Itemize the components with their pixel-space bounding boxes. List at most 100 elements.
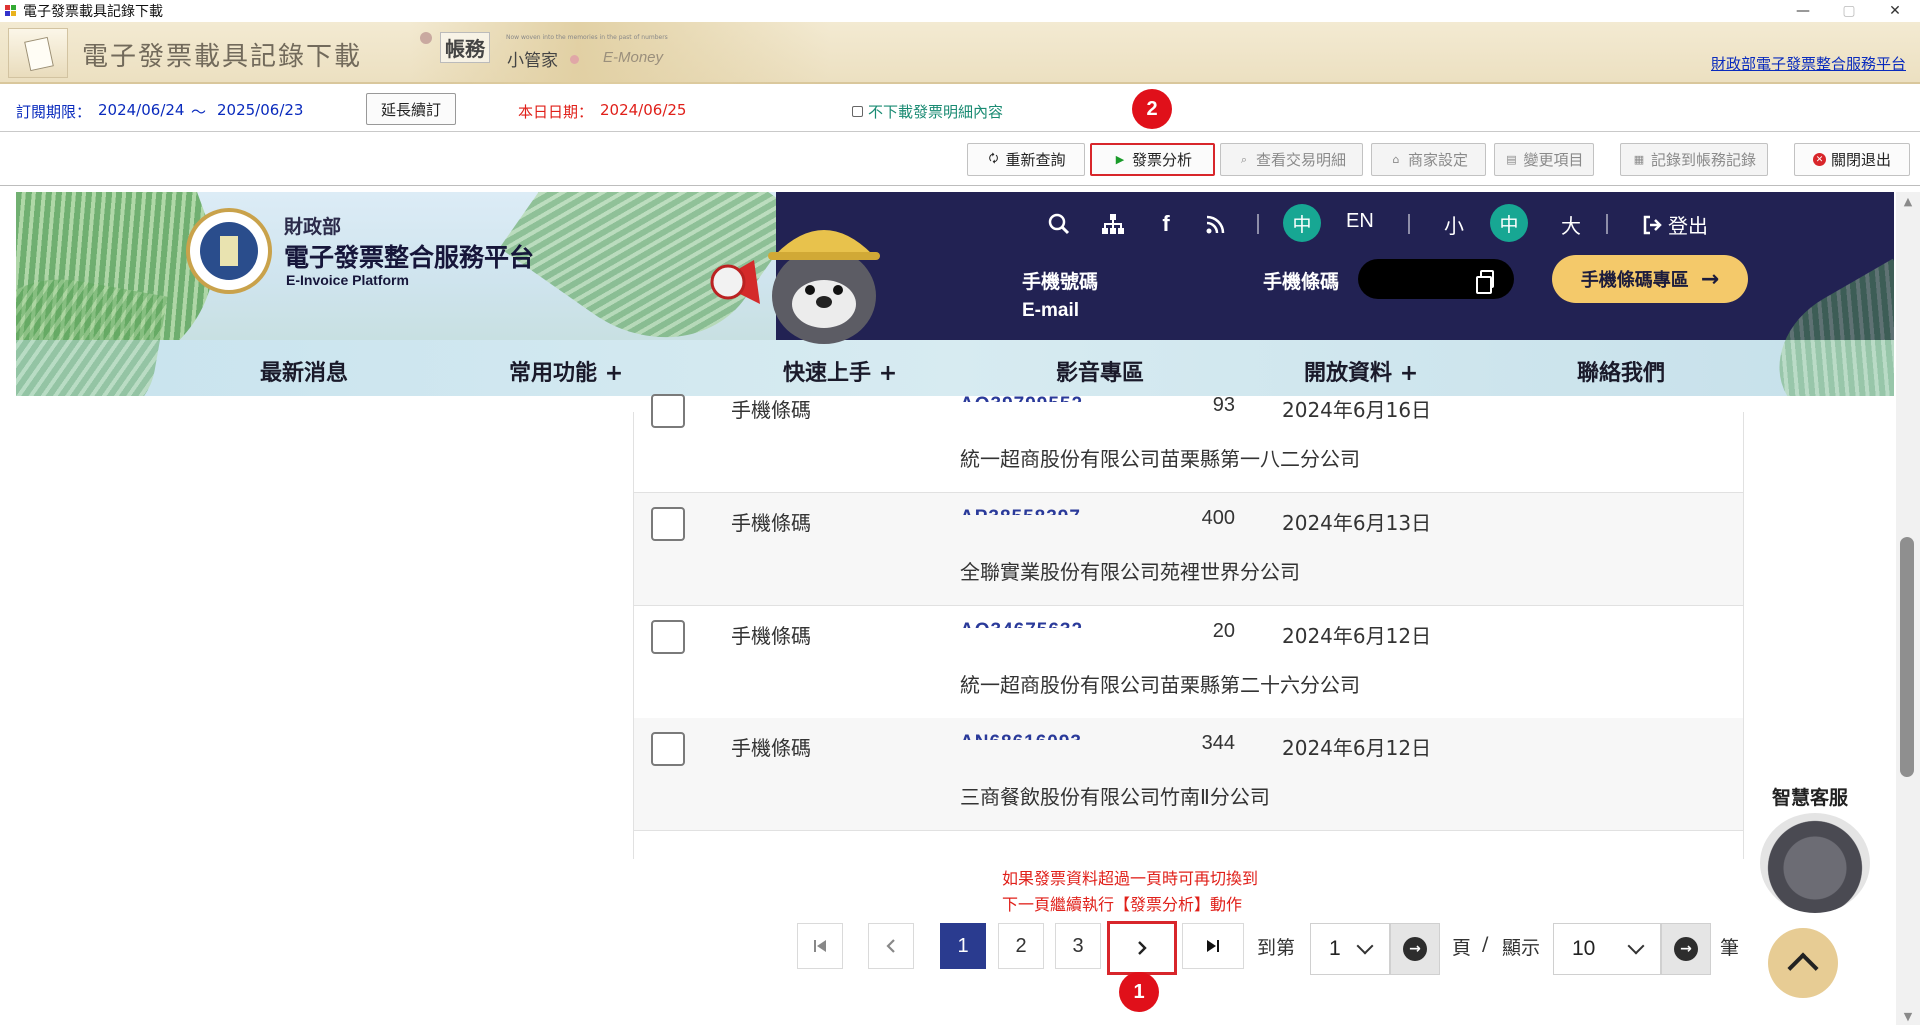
font-size-medium-button[interactable]: 中 [1490,204,1528,242]
ministry-platform-link[interactable]: 財政部電子發票整合服務平台 [1711,53,1906,74]
first-page-button[interactable] [797,923,843,969]
subscription-end: 2025/06/23 [217,101,304,119]
invoice-row: 手機條碼 AQ34675632 20 2024年6月12日 統一超商股份有限公司… [634,606,1743,719]
invoice-amount: 400 [1201,507,1235,529]
window-title: 電子發票載具記錄下載 [23,4,163,20]
next-page-button[interactable] [1107,921,1177,975]
ministry-emblem[interactable] [186,208,272,294]
change-items-button[interactable]: ▤ 變更項目 [1494,143,1594,176]
invoice-row: 手機條碼 AN68616093 344 2024年6月12日 三商餐飲股份有限公… [634,718,1743,831]
vertical-scrollbar[interactable]: ▲ ▼ [1896,192,1920,1025]
invoice-date: 2024年6月13日 [1282,511,1432,535]
font-size-large-button[interactable]: 大 [1561,210,1581,239]
chevron-left-icon [886,939,895,953]
close-circle-icon: ✕ [1812,153,1826,166]
lang-zh-button[interactable]: 中 [1283,204,1321,242]
no-download-checkbox[interactable] [852,106,863,117]
back-to-top-button[interactable] [1768,928,1838,998]
merchant-name: 統一超商股份有限公司苗栗縣第二十六分公司 [960,673,1360,697]
page-3-button[interactable]: 3 [1055,923,1101,969]
search-icon[interactable] [1039,204,1079,244]
page-size-go-button[interactable]: → [1661,923,1711,975]
arrow-right-circle-icon: → [1403,937,1427,961]
invoice-date: 2024年6月16日 [1282,398,1432,422]
email-label: E-mail [1022,300,1080,321]
scrollbar-thumb[interactable] [1900,537,1914,777]
no-download-option[interactable]: 不下載發票明細內容 [852,101,1003,122]
last-page-button[interactable] [1182,923,1244,969]
barcode-zone-button[interactable]: 手機條碼專區 → [1552,255,1748,303]
logout-button[interactable]: 登出 [1642,210,1708,239]
invoice-amount: 20 [1212,620,1235,642]
smart-customer-service[interactable]: 智慧客服 [1740,783,1880,923]
goto-label: 到第 [1257,937,1296,959]
toolbar: 🗘 重新查詢 ▶ 發票分析 ⌕ 查看交易明細 ⌂ 商家設定 ▤ 變更項目 ▦ 記… [0,134,1920,186]
invoice-checkbox[interactable] [651,507,685,541]
close-exit-button[interactable]: ✕ 關閉退出 [1794,143,1910,176]
app-banner: 電子發票載具記錄下載 帳務 Now woven into the memorie… [0,22,1920,84]
logout-icon [1643,215,1662,234]
invoice-amount: 344 [1201,732,1235,754]
invoice-date: 2024年6月12日 [1282,624,1432,648]
rss-icon[interactable] [1196,204,1236,244]
invoice-list: 手機條碼 AQ39799552 93 2024年6月16日 統一超商股份有限公司… [633,394,1744,859]
window-titlebar: 電子發票載具記錄下載 [0,0,1920,22]
merchant-settings-button[interactable]: ⌂ 商家設定 [1371,143,1486,176]
invoice-row: 手機條碼 AQ39799552 93 2024年6月16日 統一超商股份有限公司… [634,380,1743,493]
page-size-select[interactable]: 10 [1553,923,1661,975]
copy-icon[interactable] [1476,270,1494,294]
chevron-down-icon [1356,937,1374,955]
show-label: 顯示 [1502,937,1541,959]
subscription-start: 2024/06/24 [98,101,185,119]
invoice-number[interactable]: AQ39799552 [960,394,1083,402]
instruction-note: 如果發票資料超過一頁時可再切換到 下一頁繼續執行【發票分析】動作 [1002,866,1258,918]
view-details-button[interactable]: ⌕ 查看交易明細 [1220,143,1363,176]
merchant-name: 三商餐飲股份有限公司竹南Ⅱ分公司 [960,785,1270,809]
carrier-type: 手機條碼 [731,398,811,422]
instruction-note-line2: 下一頁繼續執行【發票分析】動作 [1002,895,1243,914]
app-logo [8,28,68,78]
barcode-zone-label: 手機條碼專區 [1580,270,1689,291]
mascot-bear-illustration [710,230,880,344]
site-name[interactable]: 電子發票整合服務平台 [284,238,534,274]
page-1-button[interactable]: 1 [940,923,986,969]
extend-subscription-button[interactable]: 延長續訂 [366,93,456,125]
goto-page-go-button[interactable]: → [1390,923,1440,975]
scroll-down-arrow-icon[interactable]: ▼ [1896,1007,1920,1025]
site-ministry: 財政部 [284,216,342,238]
merchant-settings-label: 商家設定 [1407,151,1468,169]
invoice-date: 2024年6月12日 [1282,736,1432,760]
minimize-button[interactable]: — [1780,0,1826,22]
invoice-checkbox[interactable] [651,732,685,766]
goto-page-select[interactable]: 1 [1310,923,1390,975]
invoice-number[interactable]: AN68616093 [960,732,1082,740]
no-download-label: 不下載發票明細內容 [868,103,1004,121]
record-to-ledger-button[interactable]: ▦ 記錄到帳務記錄 [1620,143,1768,176]
analyze-label: 發票分析 [1131,151,1192,169]
previous-page-button[interactable] [868,923,914,969]
chatbot-bear-icon[interactable] [1760,813,1870,913]
scroll-up-arrow-icon[interactable]: ▲ [1896,192,1920,210]
analyze-invoice-button[interactable]: ▶ 發票分析 [1090,143,1215,176]
invoice-number[interactable]: AP38558397 [960,507,1081,515]
close-window-button[interactable]: ✕ [1872,0,1918,22]
invoice-checkbox[interactable] [651,394,685,428]
maximize-button[interactable]: ▢ [1826,0,1872,22]
header-separator [1606,214,1608,234]
lang-en-button[interactable]: EN [1346,210,1374,233]
merchant-name: 全聯實業股份有限公司苑裡世界分公司 [960,560,1300,584]
nav-common-functions[interactable]: 常用功能 + [509,355,623,387]
invoice-checkbox[interactable] [651,620,685,654]
nav-latest-news[interactable]: 最新消息 [260,355,348,387]
arrow-right-circle-icon: → [1674,937,1698,961]
chevron-right-icon [1138,941,1147,955]
brand-main: 帳務 [440,32,490,63]
sitemap-icon[interactable] [1093,204,1133,244]
header-separator [1257,214,1259,234]
refresh-button[interactable]: 🗘 重新查詢 [967,143,1085,176]
invoice-number[interactable]: AQ34675632 [960,620,1083,628]
facebook-icon[interactable]: f [1146,204,1186,244]
page-2-button[interactable]: 2 [998,923,1044,969]
mobile-barcode-field[interactable] [1358,259,1514,299]
font-size-small-button[interactable]: 小 [1444,210,1464,239]
